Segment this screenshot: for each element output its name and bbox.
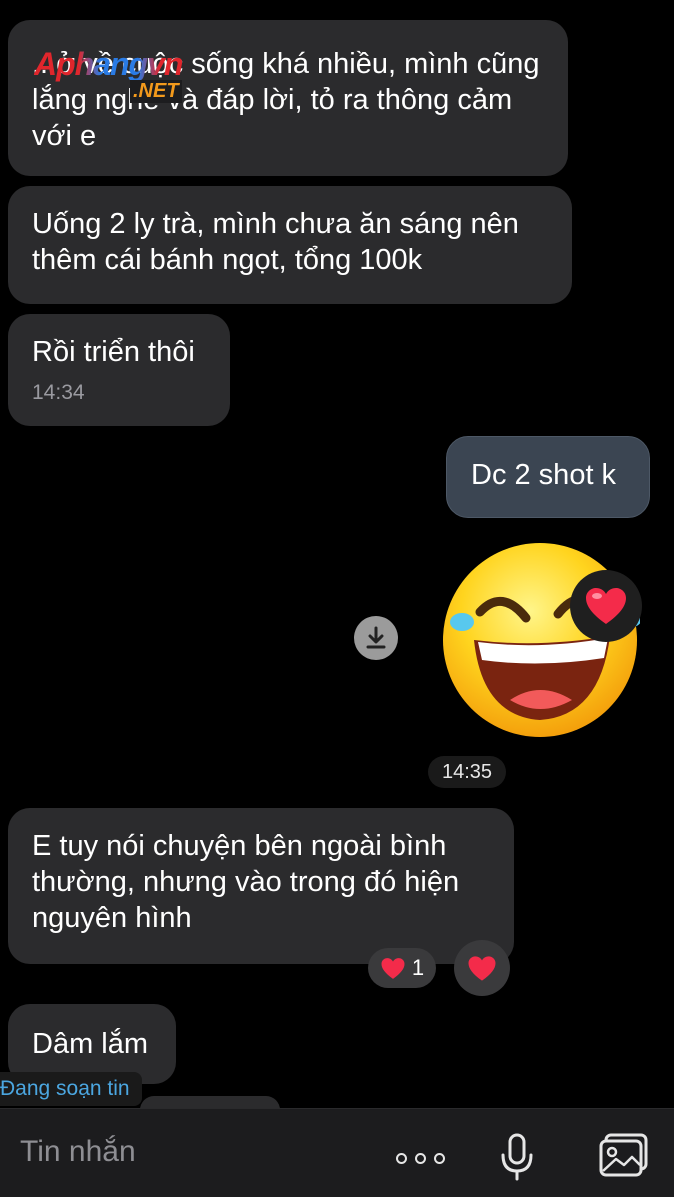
reaction-badge[interactable] (570, 570, 642, 642)
heart-icon (381, 957, 405, 979)
message-time: 14:34 (32, 381, 85, 404)
image-icon[interactable] (598, 1133, 650, 1184)
more-dots-icon[interactable] (396, 1153, 445, 1164)
heart-icon (468, 955, 496, 981)
message-text: Rồi triển thôi (32, 336, 195, 368)
message-bubble-incoming[interactable]: ...ở về cuộc sống khá nhiều, mình cũng l… (8, 20, 568, 176)
watermark-suffix: .NET (130, 80, 182, 103)
message-composer: Tin nhắn (0, 1108, 674, 1197)
message-time: 14:35 (428, 756, 506, 788)
download-icon[interactable] (354, 616, 398, 660)
message-text: Dâm lắm (32, 1028, 149, 1060)
add-reaction-button[interactable] (454, 940, 510, 996)
reaction-count: 1 (411, 955, 425, 980)
message-text: Dc 2 shot k (471, 459, 617, 491)
typing-indicator: Đang soạn tin (0, 1072, 142, 1106)
message-text: Uống 2 ly trà, mình chưa ăn sáng nên thê… (32, 208, 519, 276)
message-bubble-incoming[interactable]: E tuy nói chuyện bên ngoài bình thường, … (8, 808, 514, 964)
message-text: E tuy nói chuyện bên ngoài bình thường, … (32, 830, 460, 934)
watermark-logo: Aphangvn (34, 46, 183, 82)
message-bubble-incoming[interactable]: Rồi triển thôi 14:34 (8, 314, 230, 426)
message-bubble-incoming[interactable]: Uống 2 ly trà, mình chưa ăn sáng nên thê… (8, 186, 572, 304)
message-bubble-outgoing[interactable]: Dc 2 shot k (446, 436, 650, 518)
heart-icon (586, 588, 626, 624)
message-input[interactable]: Tin nhắn (20, 1135, 136, 1169)
microphone-icon[interactable] (500, 1133, 534, 1186)
reaction-count-pill[interactable]: 1 (368, 948, 436, 988)
